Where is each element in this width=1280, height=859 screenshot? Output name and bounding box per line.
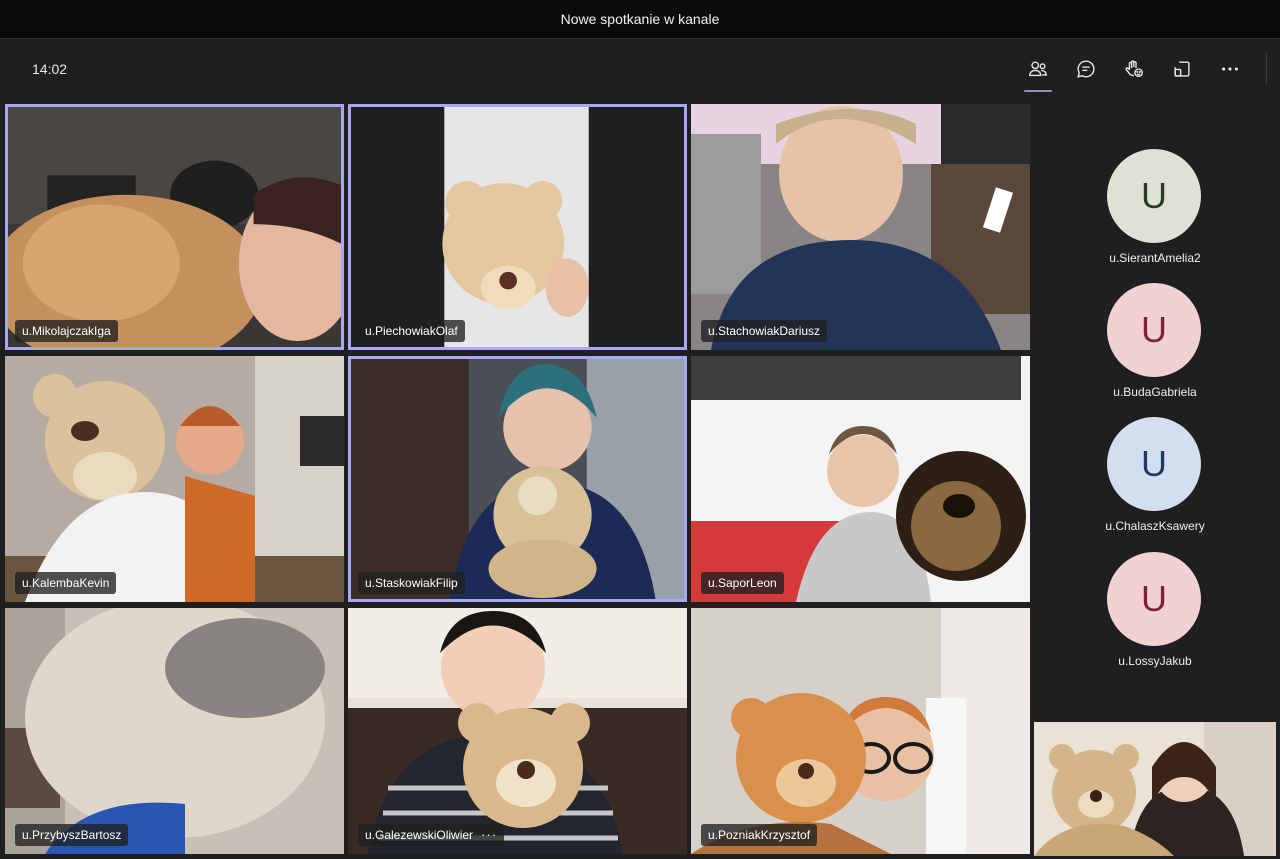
participant-name: u.StachowiakDariusz: [708, 324, 821, 338]
more-actions-button[interactable]: [1210, 49, 1250, 89]
avatar: U: [1107, 283, 1201, 377]
participant-name: u.StaskowiakFilip: [365, 576, 458, 590]
roster-participant[interactable]: U u.ChalaszKsawery: [1035, 417, 1275, 547]
video-tile[interactable]: u.MikolajczakIga: [5, 104, 344, 350]
video-tile[interactable]: u.StaskowiakFilip: [348, 356, 687, 602]
participant-name-tag: u.PozniakKrzysztof: [701, 824, 818, 846]
video-tile[interactable]: u.PrzybyszBartosz: [5, 608, 344, 854]
roster-participant-name: u.SierantAmelia2: [1109, 251, 1201, 265]
participant-name-tag: u.PiechowiakOlaf: [358, 320, 465, 342]
meeting-clock: 14:02: [32, 61, 68, 77]
meeting-toolbar: 14:02: [0, 39, 1280, 99]
reactions-button[interactable]: [1114, 49, 1154, 89]
video-tile[interactable]: u.StachowiakDariusz: [691, 104, 1030, 350]
avatar: U: [1107, 149, 1201, 243]
participant-video: [691, 608, 1030, 854]
participant-name: u.PozniakKrzysztof: [708, 828, 811, 842]
video-tile[interactable]: u.SaporLeon: [691, 356, 1030, 602]
participant-name: u.PiechowiakOlaf: [365, 324, 458, 338]
participant-name: u.KalembaKevin: [22, 576, 110, 590]
video-tile[interactable]: u.PozniakKrzysztof: [691, 608, 1030, 854]
participant-name-tag: u.StachowiakDariusz: [701, 320, 828, 342]
participant-name-tag: u.StaskowiakFilip: [358, 572, 465, 594]
avatar: U: [1107, 417, 1201, 511]
more-actions-icon: [1222, 67, 1238, 71]
meeting-stage: u.MikolajczakIga u.PiechowiakOlaf u.Stac…: [0, 99, 1280, 859]
avatar-initial: U: [1141, 443, 1167, 484]
participant-video: [691, 104, 1030, 350]
video-tile[interactable]: u.GalezewskiOliwier ···: [348, 608, 687, 854]
participant-name-tag: u.KalembaKevin: [15, 572, 117, 594]
participant-name-tag: u.SaporLeon: [701, 572, 784, 594]
video-tile[interactable]: u.PiechowiakOlaf: [348, 104, 687, 350]
participant-name: u.MikolajczakIga: [22, 324, 111, 338]
participant-name: u.GalezewskiOliwier: [365, 828, 474, 842]
roster-participant-name: u.LossyJakub: [1118, 654, 1192, 668]
participant-video: [351, 107, 684, 347]
video-tile[interactable]: u.KalembaKevin: [5, 356, 344, 602]
participant-name: u.SaporLeon: [708, 576, 777, 590]
participant-video: [348, 608, 687, 854]
participant-video: [351, 359, 684, 599]
avatar-initial: U: [1141, 175, 1167, 216]
roster-participant-name: u.BudaGabriela: [1113, 385, 1197, 399]
participant-name: u.PrzybyszBartosz: [22, 828, 122, 842]
participant-video: [691, 356, 1030, 602]
participant-video: [5, 356, 344, 602]
meeting-title: Nowe spotkanie w kanale: [560, 11, 720, 27]
avatar: U: [1107, 552, 1201, 646]
participant-video: [8, 107, 341, 347]
people-icon: [1029, 61, 1047, 77]
self-video: [1034, 722, 1276, 856]
avatar-initial: U: [1141, 309, 1167, 350]
avatar-initial: U: [1141, 578, 1167, 619]
participant-roster: U u.SierantAmelia2 U u.BudaGabriela U u.…: [1035, 99, 1280, 719]
title-bar: Nowe spotkanie w kanale: [0, 0, 1280, 39]
self-view-video[interactable]: [1034, 722, 1276, 856]
roster-participant[interactable]: U u.SierantAmelia2: [1035, 149, 1275, 279]
tile-more-options-icon[interactable]: ···: [481, 824, 497, 846]
roster-participant-name: u.ChalaszKsawery: [1105, 519, 1205, 533]
roster-participant[interactable]: U u.LossyJakub: [1035, 552, 1275, 682]
chat-button[interactable]: [1066, 49, 1106, 89]
people-button[interactable]: [1018, 49, 1058, 92]
chat-icon: [1077, 60, 1095, 78]
toolbar-divider: [1266, 53, 1267, 85]
breakout-rooms-icon: [1174, 61, 1190, 77]
raise-hand-icon: [1125, 60, 1143, 78]
participant-name-tag: u.MikolajczakIga: [15, 320, 118, 342]
participant-name-tag: u.PrzybyszBartosz: [15, 824, 129, 846]
participant-video: [5, 608, 344, 854]
participant-name-tag: u.GalezewskiOliwier ···: [358, 824, 505, 846]
breakout-rooms-button[interactable]: [1162, 49, 1202, 89]
roster-participant[interactable]: U u.BudaGabriela: [1035, 283, 1275, 413]
